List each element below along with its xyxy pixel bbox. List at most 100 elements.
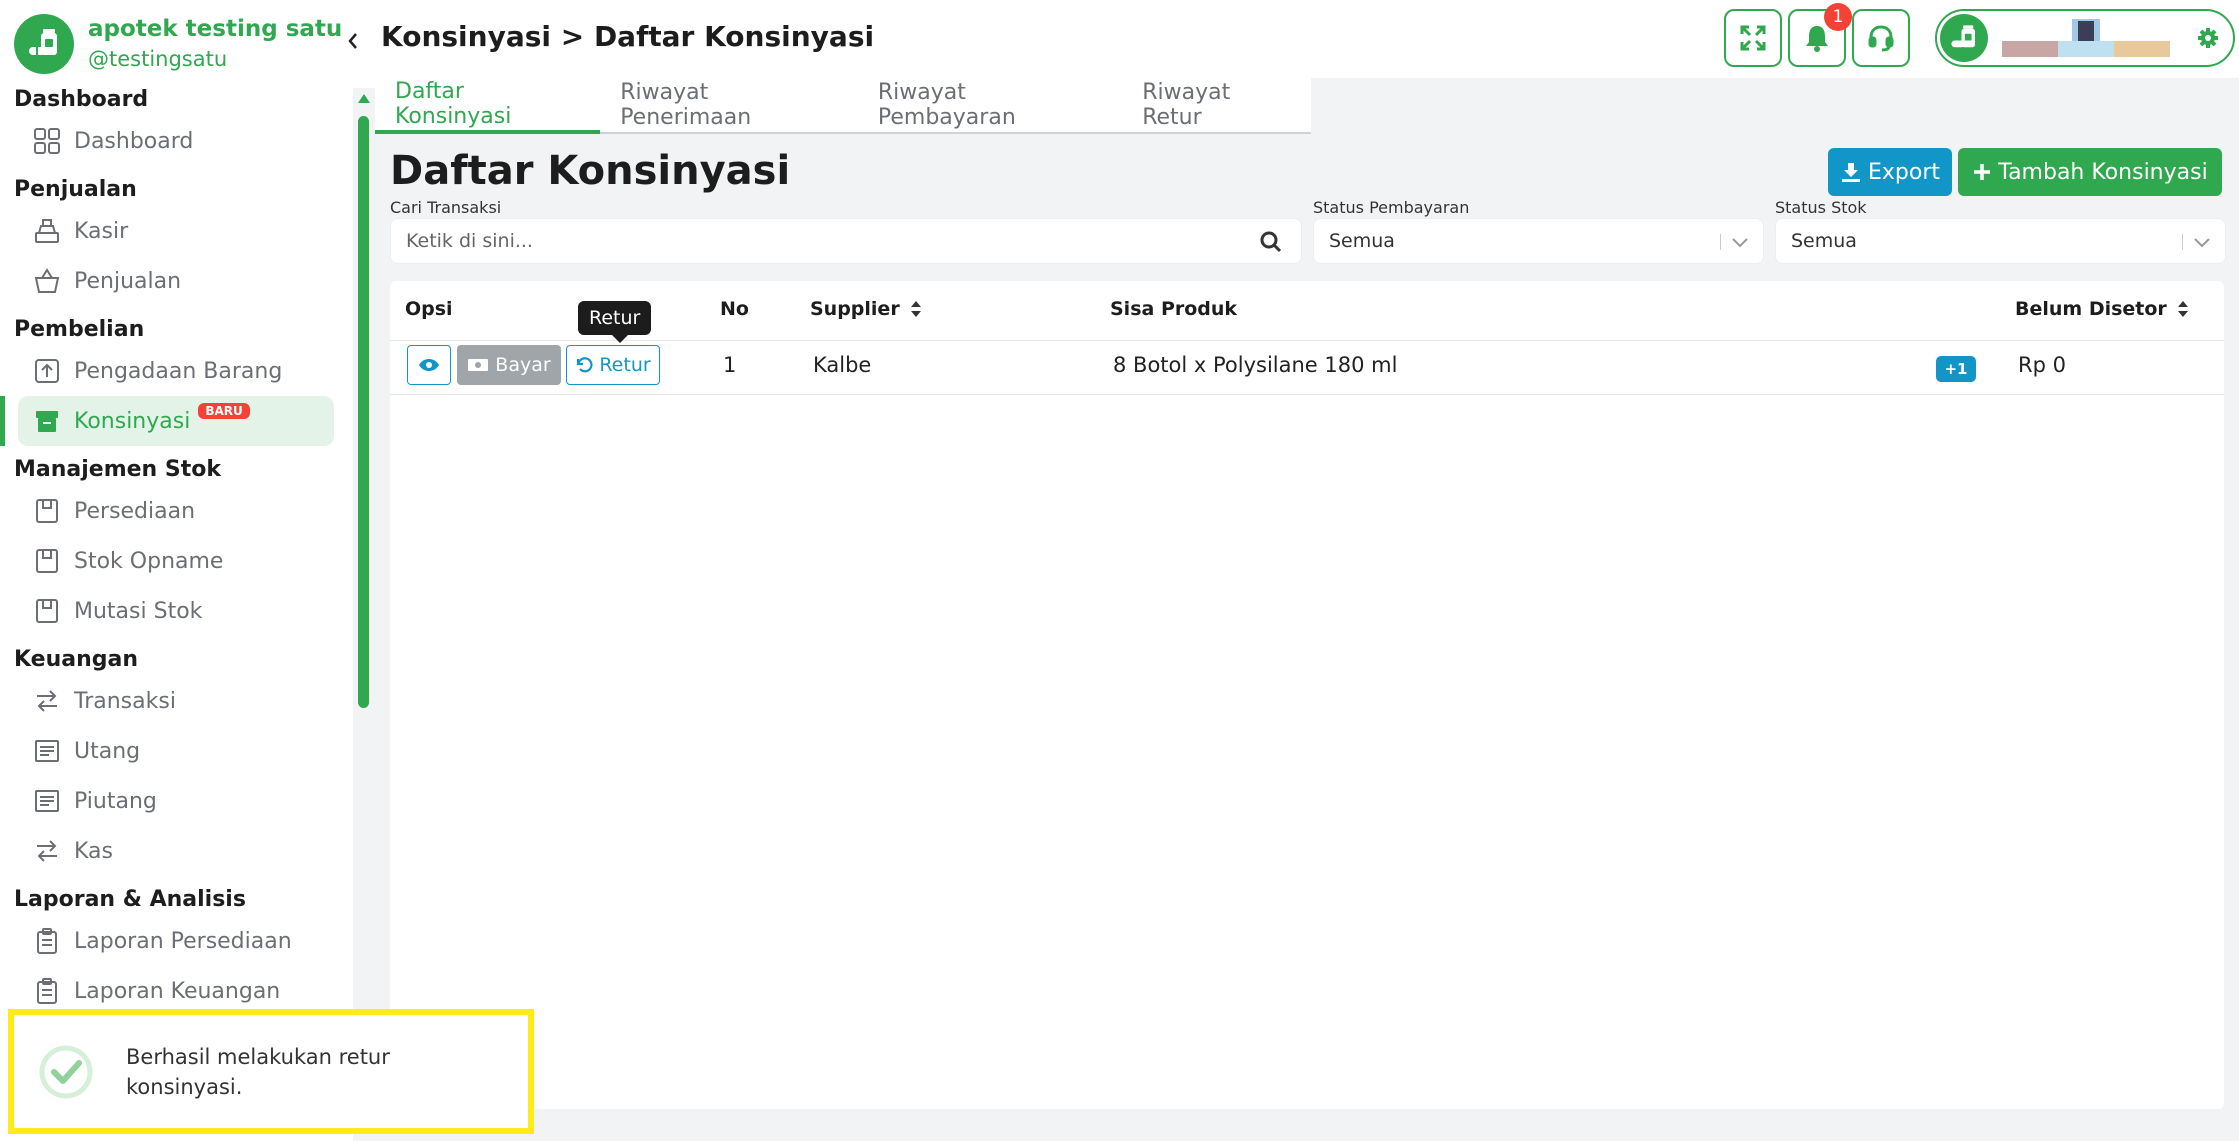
search-label: Cari Transaksi (390, 198, 502, 217)
archive-box-icon (32, 406, 62, 436)
cash-register-icon (32, 216, 62, 246)
add-konsinyasi-button[interactable]: Tambah Konsinyasi (1958, 148, 2222, 196)
sidebar-item-opname[interactable]: Stok Opname (0, 536, 345, 586)
exchange-arrows-icon (32, 686, 62, 716)
pay-button[interactable]: Bayar (457, 345, 561, 385)
sidebar-item-transaksi[interactable]: Transaksi (0, 676, 345, 726)
column-header-belum-disetor[interactable]: Belum Disetor (2015, 298, 2189, 320)
bell-icon (1806, 26, 1828, 52)
check-circle-icon (39, 1045, 93, 1098)
sidebar-item-label: Transaksi (74, 688, 176, 714)
clipboard-icon (32, 976, 62, 1006)
sort-icon (910, 301, 921, 317)
payment-status-select[interactable]: Semua (1313, 218, 1764, 264)
sidebar-item-laporan-persediaan[interactable]: Laporan Persediaan (0, 916, 345, 966)
sidebar-item-utang[interactable]: Utang (0, 726, 345, 776)
nav-group-penjualan: Penjualan (14, 177, 137, 202)
undo-icon (577, 357, 593, 373)
sidebar-item-dashboard[interactable]: Dashboard (0, 116, 345, 166)
sidebar-item-label: Pengadaan Barang (74, 358, 283, 384)
expand-arrows-icon (1740, 25, 1766, 51)
sidebar-item-mutasi[interactable]: Mutasi Stok (0, 586, 345, 636)
sidebar-item-label: Stok Opname (74, 548, 224, 574)
sidebar: apotek testing satu @testingsatu Dashboa… (0, 0, 375, 1141)
stock-transfer-icon (32, 596, 62, 626)
nav-group-pembelian: Pembelian (14, 317, 145, 342)
gear-icon[interactable] (2197, 27, 2219, 53)
sidebar-item-label: Penjualan (74, 268, 182, 294)
brand-handle: @testingsatu (88, 47, 228, 71)
tab-riwayat-penerimaan[interactable]: Riwayat Penerimaan (600, 78, 858, 132)
add-konsinyasi-label: Tambah Konsinyasi (1998, 159, 2208, 185)
breadcrumb: Konsinyasi > Daftar Konsinyasi (381, 20, 875, 53)
payment-status-value: Semua (1329, 230, 1395, 252)
collapse-sidebar-button[interactable] (340, 26, 366, 56)
pay-label: Bayar (495, 354, 551, 376)
sidebar-item-label: Laporan Keuangan (74, 978, 281, 1004)
tab-riwayat-retur[interactable]: Riwayat Retur (1122, 78, 1311, 132)
sidebar-item-kasir[interactable]: Kasir (0, 206, 345, 256)
new-badge: BARU (198, 403, 250, 419)
notification-button[interactable]: 1 (1788, 3, 1852, 67)
brand: apotek testing satu @testingsatu (14, 14, 342, 74)
sidebar-item-kas[interactable]: Kas (0, 826, 345, 876)
scroll-up-arrow-icon[interactable] (358, 94, 370, 103)
scrollbar-thumb[interactable] (358, 116, 369, 708)
retur-label: Retur (599, 354, 651, 376)
sidebar-item-label: Laporan Persediaan (74, 928, 292, 954)
sidebar-item-piutang[interactable]: Piutang (0, 776, 345, 826)
sidebar-item-label: Piutang (74, 788, 157, 814)
search-field (390, 218, 1302, 264)
export-button[interactable]: Export (1828, 148, 1952, 196)
fullscreen-button[interactable] (1724, 9, 1782, 67)
column-header-opsi: Opsi (405, 298, 453, 320)
stock-status-label: Status Stok (1775, 198, 1867, 217)
clipboard-icon (32, 926, 62, 956)
profile-menu[interactable] (1935, 9, 2235, 67)
view-button[interactable] (407, 345, 451, 385)
sidebar-item-label: Kasir (74, 218, 129, 244)
sidebar-item-label: Mutasi Stok (74, 598, 203, 624)
brand-name: apotek testing satu (88, 16, 343, 42)
download-icon (1841, 163, 1860, 182)
cell-sisa-produk: 8 Botol x Polysilane 180 ml (1113, 353, 1398, 377)
sidebar-nav: Dashboard Dashboard Penjualan Kasir Penj… (0, 84, 345, 1016)
search-icon[interactable] (1259, 230, 1283, 258)
support-button[interactable] (1852, 9, 1910, 67)
retur-button[interactable]: Retur (566, 345, 660, 385)
sidebar-item-penjualan[interactable]: Penjualan (0, 256, 345, 306)
eye-icon (419, 359, 439, 371)
money-icon (468, 359, 489, 371)
grid-icon (32, 126, 62, 156)
cell-supplier: Kalbe (813, 353, 872, 377)
column-header-supplier[interactable]: Supplier (810, 298, 922, 320)
search-input[interactable] (391, 219, 1231, 263)
receivable-ledger-icon (32, 786, 62, 816)
column-header-no: No (720, 298, 749, 320)
column-header-sisa-produk: Sisa Produk (1110, 298, 1238, 320)
more-products-badge[interactable]: +1 (1936, 356, 1976, 382)
procurement-icon (32, 356, 62, 386)
cell-no: 1 (723, 353, 737, 377)
export-label: Export (1867, 159, 1940, 185)
toast-message: Berhasil melakukan retur konsinyasi. (126, 1044, 390, 1099)
sidebar-item-pengadaan[interactable]: Pengadaan Barang (0, 346, 345, 396)
sidebar-item-persediaan[interactable]: Persediaan (0, 486, 345, 536)
top-header: Konsinyasi > Daftar Konsinyasi 1 (375, 0, 2239, 78)
sidebar-scrollbar[interactable] (353, 88, 375, 1141)
plus-icon (1974, 164, 1991, 180)
retur-tooltip: Retur (578, 301, 652, 343)
stock-status-select[interactable]: Semua (1775, 218, 2226, 264)
stock-status-value: Semua (1791, 230, 1857, 252)
ledger-icon (32, 736, 62, 766)
sidebar-item-konsinyasi[interactable]: Konsinyasi BARU (0, 396, 334, 446)
tab-daftar-konsinyasi[interactable]: Daftar Konsinyasi (375, 78, 601, 134)
tab-riwayat-pembayaran[interactable]: Riwayat Pembayaran (858, 78, 1122, 132)
cash-flow-icon (32, 836, 62, 866)
page-title: Daftar Konsinyasi (390, 148, 791, 194)
pharmacy-logo-icon (14, 14, 74, 74)
cell-belum-disetor: Rp 0 (2018, 353, 2066, 377)
success-toast: Berhasil melakukan retur konsinyasi. (8, 1009, 534, 1134)
basket-icon (32, 266, 62, 296)
sidebar-item-label: Kas (74, 838, 113, 864)
